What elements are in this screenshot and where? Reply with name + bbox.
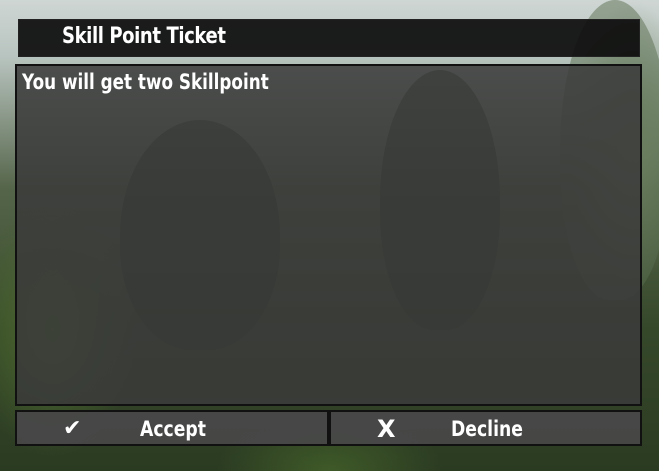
- dialog-message: You will get two Skillpoint: [22, 70, 269, 94]
- decline-button-label: Decline: [451, 417, 523, 441]
- decline-button[interactable]: X Decline: [329, 410, 642, 446]
- x-icon: X: [377, 415, 396, 443]
- accept-button-label: Accept: [140, 417, 206, 441]
- dialog-content-panel: You will get two Skillpoint: [15, 64, 642, 406]
- accept-button[interactable]: ✔ Accept: [15, 410, 329, 446]
- dialog-title-bar: Skill Point Ticket: [18, 19, 640, 57]
- checkmark-icon: ✔: [63, 416, 82, 441]
- dialog-title: Skill Point Ticket: [62, 24, 226, 49]
